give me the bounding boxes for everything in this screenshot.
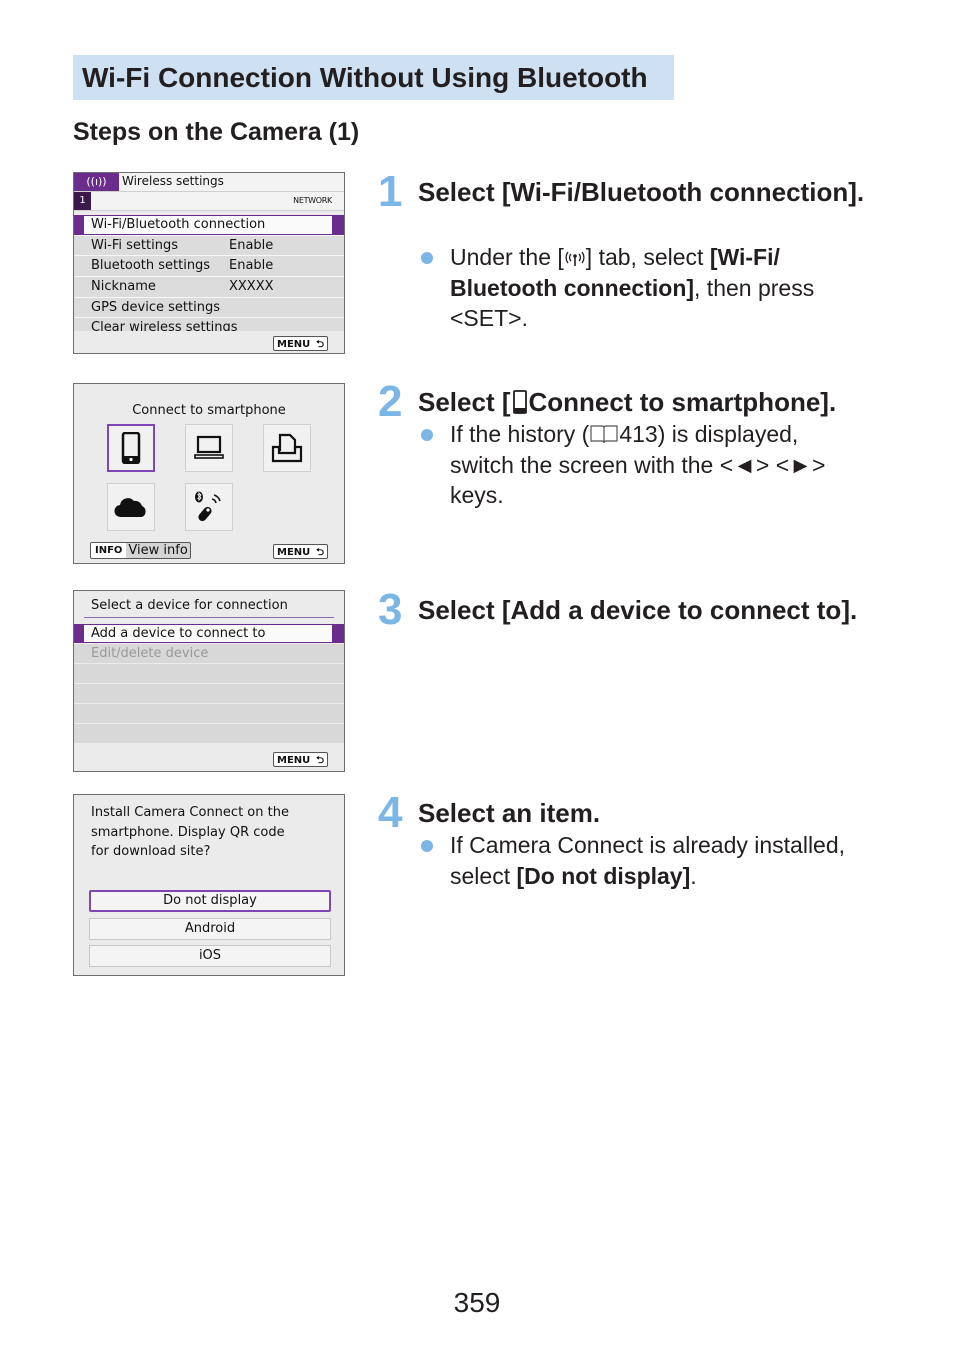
back-icon: ⮌ [315, 547, 324, 558]
menu-item-label: Bluetooth settings [91, 258, 211, 274]
menu-item-value: XXXXX [229, 279, 274, 295]
menu-button-label: MENU [277, 339, 311, 350]
dialog-message: Install Camera Connect on the smartphone… [91, 805, 289, 859]
bullet-dot [421, 429, 433, 441]
menu-item-wifi-bluetooth-connection[interactable]: Wi-Fi/Bluetooth connection [74, 215, 344, 236]
camera-screen-wireless-settings: ((ı)) Wireless settings 1 NETWORK Wi-Fi/… [73, 172, 345, 354]
step-number: 3 [378, 585, 403, 634]
sub-tab-number[interactable]: 1 [74, 192, 91, 210]
list-item-label: Add a device to connect to [84, 625, 332, 642]
page-number: 359 [453, 1287, 501, 1318]
step-title: Select [Add a device to connect to]. [418, 595, 858, 625]
menu-tab-bar: ((ı)) Wireless settings [74, 173, 344, 192]
bullet-text: Under the [ [450, 244, 564, 270]
menu-button-label: MENU [277, 755, 311, 766]
step-bullet: If Camera Connect is already installed, … [418, 830, 858, 891]
menu-item-label: Wi-Fi/Bluetooth connection [84, 216, 332, 234]
menu-back-button[interactable]: MENU ⮌ [273, 336, 328, 351]
menu-list: Wi-Fi/Bluetooth connection Wi-Fi setting… [74, 215, 344, 340]
list-item-edit-delete-device: Edit/delete device [74, 644, 344, 664]
list-item-empty [74, 704, 344, 724]
view-info-label: View info [128, 543, 188, 558]
step-bullet: Under the [] tab, select [Wi-Fi/ Bluetoo… [418, 242, 858, 334]
section-title: Wi-Fi Connection Without Using Bluetooth [73, 55, 674, 100]
menu-item-label: GPS device settings [91, 299, 220, 315]
menu-item-nickname[interactable]: Nickname XXXXX [74, 277, 344, 298]
bluetooth-remote-icon [195, 491, 221, 522]
list-item-empty [74, 684, 344, 704]
step-title-text: Select [ [418, 387, 511, 417]
step-number: 1 [378, 167, 403, 216]
bullet-text: If the history ( [450, 421, 590, 447]
option-do-not-display[interactable]: Do not display [89, 890, 331, 912]
camera-screen-connect-smartphone: Connect to smartphone INFO View info MENU… [73, 383, 345, 564]
back-icon: ⮌ [315, 755, 324, 766]
bullet-text: . [690, 862, 697, 889]
bullet-bold-text: [Do not display] [516, 862, 691, 889]
tile-computer[interactable] [185, 424, 233, 472]
step-bullet: If the history (413) is displayed, switc… [418, 419, 858, 511]
screen-heading: Connect to smartphone [132, 403, 286, 418]
printer-icon [271, 433, 303, 463]
sub-tab-label: NETWORK [293, 196, 332, 205]
book-icon [590, 425, 618, 443]
menu-item-value: Enable [229, 237, 274, 253]
smartphone-icon [121, 432, 141, 464]
step-title: Select [ Connect to smartphone]. [418, 385, 888, 419]
step-title: Select an item. [418, 798, 601, 828]
menu-item-wifi-settings[interactable]: Wi-Fi settings Enable [74, 235, 344, 257]
device-list: Add a device to connect to Edit/delete d… [74, 624, 344, 744]
info-key: INFO [91, 543, 127, 558]
view-info-button[interactable]: INFO View info [90, 542, 191, 559]
step-number: 4 [378, 788, 403, 837]
wireless-icon[interactable]: ((ı)) [74, 173, 119, 191]
camera-screen-install-app: Install Camera Connect on the smartphone… [73, 794, 345, 976]
menu-footer: MENU ⮌ [74, 331, 344, 353]
divider [84, 617, 334, 618]
step-title-text: Connect to smartphone]. [528, 387, 837, 417]
menu-back-button[interactable]: MENU ⮌ [273, 544, 328, 559]
tile-cloud[interactable] [107, 483, 155, 531]
screen-heading: Select a device for connection [91, 598, 288, 613]
menu-item-bluetooth-settings[interactable]: Bluetooth settings Enable [74, 256, 344, 278]
computer-icon [194, 435, 224, 459]
list-item-empty [74, 664, 344, 684]
sub-title: Steps on the Camera (1) [73, 118, 360, 146]
option-ios[interactable]: iOS [89, 945, 331, 967]
step-number: 2 [378, 377, 403, 426]
bullet-dot [421, 840, 433, 852]
back-icon: ⮌ [315, 339, 324, 350]
wireless-icon [565, 251, 585, 266]
menu-button-label: MENU [277, 547, 311, 558]
smartphone-icon [512, 390, 527, 415]
bullet-dot [421, 252, 433, 264]
cloud-icon [114, 498, 146, 518]
bullet-text: ] tab, select [585, 244, 710, 270]
camera-screen-select-device: Select a device for connection Add a dev… [73, 590, 345, 772]
tile-smartphone[interactable] [107, 424, 155, 472]
tile-bluetooth-remote[interactable] [185, 483, 233, 531]
menu-item-value: Enable [229, 258, 274, 274]
page-reference[interactable]: 413 [619, 421, 657, 447]
list-item-add-device[interactable]: Add a device to connect to [74, 624, 344, 644]
step-title: Select [Wi-Fi/Bluetooth connection]. [418, 177, 865, 207]
menu-back-button[interactable]: MENU ⮌ [273, 752, 328, 767]
option-android[interactable]: Android [89, 918, 331, 940]
menu-item-label: Wi-Fi settings [91, 237, 178, 253]
menu-item-label: Nickname [91, 279, 156, 295]
list-item-empty [74, 724, 344, 744]
sub-tab-row: 1 NETWORK [74, 192, 344, 211]
menu-item-gps-device-settings[interactable]: GPS device settings [74, 297, 344, 319]
menu-title: Wireless settings [122, 174, 224, 188]
tile-printer[interactable] [263, 424, 311, 472]
